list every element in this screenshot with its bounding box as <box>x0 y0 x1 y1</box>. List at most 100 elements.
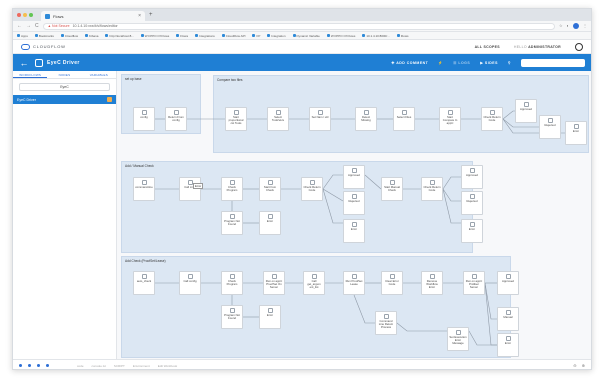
workflow-node[interactable]: Clear Error Code <box>381 271 403 295</box>
workflow-node[interactable]: Error <box>565 121 587 145</box>
bookmark-item[interactable]: Bookmarks <box>34 34 54 38</box>
workflow-node[interactable]: Start Compare In appC <box>439 107 461 131</box>
workflow-node[interactable]: Run ProofSet Lease <box>343 271 365 295</box>
workflow-canvas[interactable]: set up base Compare two files Add / Manu… <box>117 71 591 359</box>
zoom-out-icon[interactable]: ⊖ <box>573 363 576 368</box>
brand-logo[interactable]: CLOUDFLOW <box>21 43 66 50</box>
new-tab-button[interactable]: + <box>149 12 153 18</box>
workflow-node[interactable]: Run on appC Prolliser Server <box>463 271 485 295</box>
lightning-icon[interactable]: ⚡ <box>438 61 443 65</box>
tab-workflows[interactable]: WORKFLOWS <box>13 71 48 78</box>
scope-selector[interactable]: ALL SCOPES <box>475 45 500 49</box>
workflow-node[interactable]: Rejected <box>539 115 561 139</box>
bookmark-item[interactable]: Apps <box>17 34 28 38</box>
browser-tab[interactable]: Flows × <box>41 11 145 21</box>
tab-nodes[interactable]: NODES <box>47 71 81 78</box>
workflow-node[interactable]: Call get_argum ent_list <box>303 271 325 295</box>
bookmark-item[interactable]: Dynamic Variable <box>292 34 320 38</box>
workflow-node[interactable]: Program Not Found <box>221 211 243 235</box>
search-icon[interactable]: ⚲ <box>508 61 511 65</box>
workflow-node[interactable]: Set Nam / util <box>309 107 331 131</box>
workflow-node[interactable]: Check Return Code <box>481 107 503 131</box>
bookmark-item[interactable]: 10.1.4.10:8000/... <box>362 34 390 38</box>
tab-variables[interactable]: VARIABLES <box>82 71 116 78</box>
workflow-node[interactable]: Manual <box>497 307 519 331</box>
zoom-in-icon[interactable]: ⊕ <box>582 363 585 368</box>
workflow-node[interactable]: Check Return Code <box>301 177 323 201</box>
bookmark-item[interactable]: Cloudflow <box>60 34 78 38</box>
status-link[interactable]: console.txt <box>92 364 106 368</box>
workflow-node[interactable]: Error <box>259 305 281 329</box>
edit-badge-icon[interactable] <box>107 97 112 102</box>
back-arrow-icon[interactable]: ← <box>13 58 35 68</box>
reload-icon[interactable]: C <box>35 23 39 29</box>
bookmark-item[interactable]: W FPPO Of Flows <box>140 34 169 38</box>
workflow-node[interactable]: Check Program <box>221 271 243 295</box>
not-secure-badge[interactable]: ▲ Not Secure <box>48 24 70 28</box>
workflow-node[interactable]: Start proportional cst Tools <box>225 107 247 131</box>
workflow-node[interactable]: Check Return Code <box>421 177 443 201</box>
status-link[interactable]: Environment <box>133 364 150 368</box>
workflow-node[interactable]: Command Line Return Process <box>375 311 397 335</box>
workflow-node[interactable]: Select Files <box>393 107 415 131</box>
bookmark-item[interactable]: W FPPO Of Flows <box>326 34 355 38</box>
bookmark-item[interactable]: CloudFlow API <box>221 34 245 38</box>
status-link[interactable]: Edit Workbook <box>158 364 177 368</box>
bookmark-item[interactable]: Integrations <box>195 34 215 38</box>
workflow-node[interactable]: Check Program <box>221 177 243 201</box>
browser-menu-icon[interactable]: ⋮ <box>583 23 587 29</box>
bookmark-item[interactable]: http://localhost:8... <box>105 34 134 38</box>
status-link[interactable]: code <box>77 364 84 368</box>
search-input[interactable] <box>521 58 585 67</box>
sidebar-item-eyec-driver[interactable]: EyeC Driver <box>13 95 116 104</box>
sides-button[interactable]: ▶ SIDES <box>480 61 498 65</box>
workflow-node[interactable]: Error <box>259 211 281 235</box>
scope-select[interactable]: EyeC <box>19 83 110 91</box>
workflow-node[interactable]: Approved <box>461 165 483 189</box>
workflow-node[interactable]: auto_check <box>133 271 155 295</box>
workflow-node[interactable]: Detect Missing <box>355 107 377 131</box>
status-icon[interactable] <box>28 364 31 367</box>
bookmark-item[interactable]: Flows <box>176 34 188 38</box>
profile-avatar[interactable] <box>573 23 579 29</box>
workflow-node[interactable]: Error <box>343 219 365 243</box>
forward-nav-icon[interactable]: → <box>26 23 31 29</box>
workflow-node[interactable]: Select ToolsVers <box>267 107 289 131</box>
add-comment-button[interactable]: ✚ ADD COMMENT <box>391 61 428 65</box>
workflow-node[interactable]: Approved <box>343 165 365 189</box>
user-avatar-icon[interactable] <box>575 42 583 51</box>
workflow-node[interactable]: Rejected <box>461 191 483 215</box>
bookmark-item[interactable]: Integration <box>267 34 286 38</box>
back-nav-icon[interactable]: ← <box>17 23 22 29</box>
workflow-node[interactable]: Error <box>461 219 483 243</box>
workflow-node[interactable]: command-line <box>133 177 155 201</box>
workflow-node[interactable]: Remove Workflow Error <box>421 271 443 295</box>
bookmark-star-icon[interactable]: ☆ <box>559 23 563 29</box>
workflow-node[interactable]: Set Execution Error Message <box>447 327 469 351</box>
logs-button[interactable]: ☰ LOGS <box>453 61 470 65</box>
workflow-node[interactable]: Call config <box>179 271 201 295</box>
workflow-node[interactable]: Run on appC ProofSet On Server <box>263 271 285 295</box>
tab-close-icon[interactable]: × <box>138 13 141 19</box>
maximize-window-button[interactable] <box>29 13 33 17</box>
status-icon[interactable] <box>46 364 49 367</box>
workflow-node[interactable]: Call cnfig <box>179 177 201 201</box>
workflow-node[interactable]: Return From config <box>165 107 187 131</box>
workflow-node[interactable]: Approved <box>515 99 537 123</box>
workflow-node[interactable]: Start Manual Check <box>381 177 403 201</box>
minimize-window-button[interactable] <box>23 13 27 17</box>
status-icon[interactable] <box>37 364 40 367</box>
address-field[interactable]: ▲ Not Secure 10.1.4.10:xxx/#/s/flows/edi… <box>42 22 555 30</box>
workflow-node[interactable]: Program Not Found <box>221 305 243 329</box>
extension-icon[interactable]: ◐ <box>567 23 569 29</box>
workflow-node[interactable]: Rejected <box>343 191 365 215</box>
bookmark-item[interactable]: Flows <box>396 34 409 38</box>
workflow-node[interactable]: Start from Check <box>259 177 281 201</box>
bookmark-item[interactable]: FP <box>252 34 260 38</box>
status-link[interactable]: SCRIPT <box>114 364 125 368</box>
workflow-node[interactable]: config <box>133 107 155 131</box>
status-icon[interactable] <box>19 364 22 367</box>
workflow-node[interactable]: Approved <box>497 271 519 295</box>
bookmark-item[interactable]: Kibana <box>85 34 98 38</box>
workflow-node[interactable]: Error <box>497 333 519 357</box>
